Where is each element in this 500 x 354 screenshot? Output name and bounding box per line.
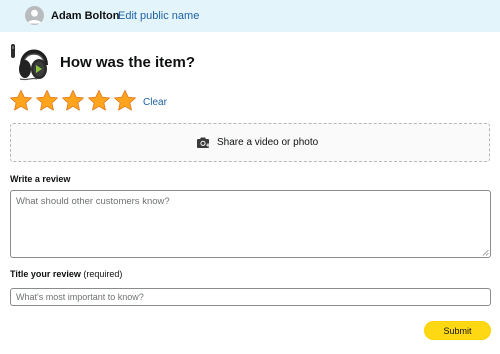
share-media-label: Share a video or photo bbox=[217, 137, 319, 148]
user-name: Adam Bolton bbox=[51, 10, 120, 22]
review-textarea[interactable] bbox=[10, 190, 491, 258]
title-input[interactable] bbox=[10, 288, 491, 306]
edit-public-name-link[interactable]: Edit public name bbox=[118, 10, 199, 22]
clear-rating-link[interactable]: Clear bbox=[143, 97, 167, 108]
title-label: Title your review (required) bbox=[10, 269, 122, 279]
profile-bar: Adam Bolton Edit public name bbox=[0, 0, 500, 32]
star-icon[interactable] bbox=[61, 89, 85, 113]
gaming-headset-image bbox=[10, 41, 50, 83]
title-label-text: Title your review bbox=[10, 269, 81, 279]
resize-grip-icon[interactable] bbox=[482, 249, 489, 256]
star-icon[interactable] bbox=[87, 89, 111, 113]
star-rating bbox=[9, 89, 137, 115]
star-icon[interactable] bbox=[113, 89, 137, 113]
required-note: (required) bbox=[83, 269, 123, 279]
star-icon[interactable] bbox=[35, 89, 59, 113]
avatar-icon bbox=[25, 6, 44, 25]
share-media-button[interactable]: Share a video or photo bbox=[10, 123, 490, 162]
page-title: How was the item? bbox=[60, 54, 196, 71]
camera-plus-icon bbox=[197, 137, 210, 148]
star-icon[interactable] bbox=[9, 89, 33, 113]
review-label: Write a review bbox=[10, 174, 71, 184]
submit-button[interactable]: Submit bbox=[424, 321, 491, 340]
